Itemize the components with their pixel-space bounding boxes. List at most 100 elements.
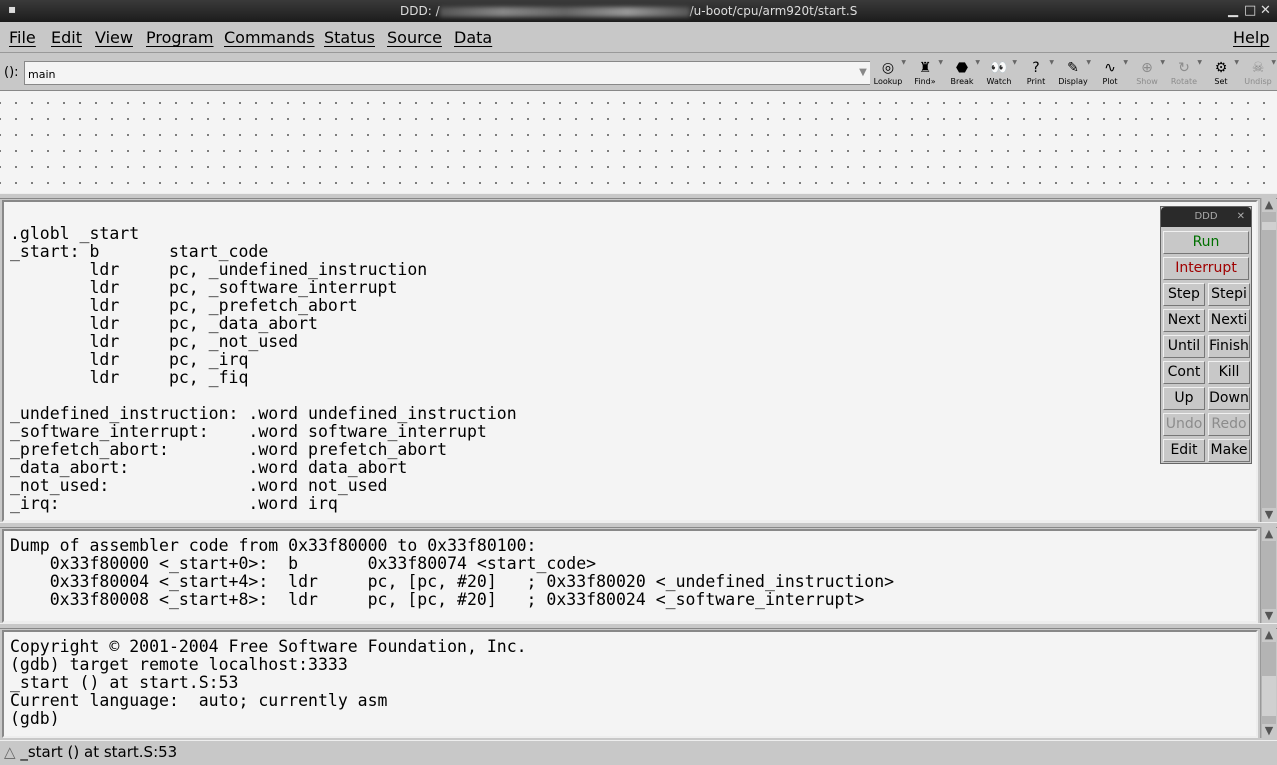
command-up-button[interactable]: Up bbox=[1163, 387, 1205, 410]
source-line: ldr pc, _not_used bbox=[10, 332, 299, 351]
toolbar-label: Rotate bbox=[1170, 77, 1198, 86]
dropdown-arrow-icon: ▼ bbox=[1234, 59, 1239, 66]
argument-toolbar: (): main ▼ ◎ ▼ Lookup ♜ ▼ Find» ⬣ ▼ Break 👀 ▼ Watch… bbox=[0, 57, 1277, 89]
command-tool-titlebar[interactable]: DDD ✕ bbox=[1161, 207, 1251, 227]
source-line: _undefined_instruction: .word undefined_… bbox=[10, 404, 517, 423]
pane-sash[interactable] bbox=[0, 522, 1277, 528]
toolbar-rotate-button[interactable]: ↻ ▼ Rotate bbox=[1166, 59, 1202, 89]
command-tool-title: DDD bbox=[1194, 211, 1218, 222]
assembler-line: 0x33f80004 <_start+4>: ldr pc, [pc, #20]… bbox=[10, 572, 895, 591]
scroll-down-icon[interactable]: ▼ bbox=[1262, 508, 1276, 522]
pane-sash[interactable] bbox=[0, 623, 1277, 629]
toolbar-plot-button[interactable]: ∿ ▼ Plot bbox=[1092, 59, 1128, 89]
command-step-button[interactable]: Step bbox=[1163, 283, 1205, 306]
menu-data[interactable]: Data bbox=[454, 28, 492, 47]
dropdown-arrow-icon: ▼ bbox=[975, 59, 980, 66]
maximize-icon[interactable]: □ bbox=[1244, 3, 1256, 18]
triangle-icon[interactable]: △ bbox=[4, 743, 16, 761]
scroll-thumb[interactable] bbox=[1262, 222, 1276, 230]
menu-edit[interactable]: Edit bbox=[51, 28, 82, 47]
menu-file[interactable]: File bbox=[9, 28, 36, 47]
menu-commands[interactable]: Commands bbox=[224, 28, 315, 47]
menu-program[interactable]: Program bbox=[146, 28, 214, 47]
toolbar-label: Lookup bbox=[873, 77, 903, 86]
toolbar-lookup-button[interactable]: ◎ ▼ Lookup bbox=[870, 59, 906, 89]
toolbar-display-button[interactable]: ✎ ▼ Display bbox=[1055, 59, 1091, 89]
toolbar-find-button[interactable]: ♜ ▼ Find» bbox=[907, 59, 943, 89]
source-line: ldr pc, _irq bbox=[10, 350, 249, 369]
command-edit-button[interactable]: Edit bbox=[1163, 439, 1205, 462]
command-nexti-button[interactable]: Nexti bbox=[1208, 309, 1250, 332]
toolbar-set-button[interactable]: ⚙ ▼ Set bbox=[1203, 59, 1239, 89]
machine-code-window[interactable]: Dump of assembler code from 0x33f80000 t… bbox=[2, 529, 1258, 623]
menu-status[interactable]: Status bbox=[324, 28, 375, 47]
close-icon[interactable]: ✕ bbox=[1260, 3, 1271, 18]
toolbar-show-button[interactable]: ⊕ ▼ Show bbox=[1129, 59, 1165, 89]
scroll-up-icon[interactable]: ▲ bbox=[1262, 198, 1276, 212]
source-line: ldr pc, _undefined_instruction bbox=[10, 260, 428, 279]
machine-code-scrollbar[interactable]: ▲ ▼ bbox=[1260, 527, 1276, 623]
assembler-line: 0x33f80000 <_start+0>: b 0x33f80074 <sta… bbox=[10, 554, 597, 573]
argument-label: (): bbox=[4, 65, 19, 80]
scroll-down-icon[interactable]: ▼ bbox=[1262, 724, 1276, 738]
command-stepi-button[interactable]: Stepi bbox=[1208, 283, 1250, 306]
command-cont-button[interactable]: Cont bbox=[1163, 361, 1205, 384]
window-menu-icon[interactable]: ▪ bbox=[8, 2, 16, 16]
source-window[interactable]: .globl _start _start: b start_code ldr pc… bbox=[2, 200, 1258, 522]
source-line: _prefetch_abort: .word prefetch_abort bbox=[10, 440, 448, 459]
command-redo-button[interactable]: Redo bbox=[1208, 413, 1250, 436]
toolbar-label: Watch bbox=[986, 77, 1012, 86]
toolbar-label: Break bbox=[950, 77, 974, 86]
pane-sash[interactable] bbox=[0, 193, 1277, 199]
toolbar-label: Plot bbox=[1102, 77, 1118, 86]
source-line bbox=[10, 387, 517, 405]
minimize-icon[interactable]: ▁ bbox=[1228, 3, 1238, 18]
argument-input[interactable]: main bbox=[24, 61, 870, 85]
data-window[interactable] bbox=[0, 90, 1277, 194]
source-line: ldr pc, _prefetch_abort bbox=[10, 296, 358, 315]
source-line: _start: b start_code bbox=[10, 242, 269, 261]
toolbar-label: Show bbox=[1136, 77, 1158, 86]
command-until-button[interactable]: Until bbox=[1163, 335, 1205, 358]
source-scrollbar[interactable]: ▲ ▼ bbox=[1260, 198, 1276, 522]
menu-bar: File Edit View Program Commands Status Source D… bbox=[0, 22, 1277, 53]
scroll-down-icon[interactable]: ▼ bbox=[1262, 609, 1276, 623]
command-down-button[interactable]: Down bbox=[1208, 387, 1250, 410]
console-line: _start () at start.S:53 bbox=[10, 673, 239, 692]
toolbar-watch-button[interactable]: 👀 ▼ Watch bbox=[981, 59, 1017, 89]
dropdown-arrow-icon: ▼ bbox=[901, 59, 906, 66]
window-title: DDD: //u-boot/cpu/arm920t/start.S bbox=[400, 4, 858, 18]
chevron-down-icon[interactable]: ▼ bbox=[856, 62, 870, 84]
dropdown-arrow-icon: ▼ bbox=[1197, 59, 1202, 66]
scroll-up-icon[interactable]: ▲ bbox=[1262, 628, 1276, 642]
debugger-console[interactable]: Copyright © 2001-2004 Free Software Foun… bbox=[2, 630, 1258, 738]
menu-help[interactable]: Help bbox=[1233, 28, 1269, 47]
toolbar-print-button[interactable]: ? ▼ Print bbox=[1018, 59, 1054, 89]
command-finish-button[interactable]: Finish bbox=[1208, 335, 1250, 358]
dropdown-arrow-icon: ▼ bbox=[1123, 59, 1128, 66]
dropdown-arrow-icon: ▼ bbox=[938, 59, 943, 66]
command-interrupt-button[interactable]: Interrupt bbox=[1163, 257, 1249, 280]
source-line: ldr pc, _software_interrupt bbox=[10, 278, 398, 297]
dropdown-arrow-icon: ▼ bbox=[1012, 59, 1017, 66]
menu-view[interactable]: View bbox=[95, 28, 133, 47]
toolbar-undisp-button[interactable]: ☠ ▼ Undisp bbox=[1240, 59, 1276, 89]
command-undo-button[interactable]: Undo bbox=[1163, 413, 1205, 436]
scroll-thumb[interactable] bbox=[1262, 676, 1276, 716]
toolbar-label: Undisp bbox=[1244, 77, 1272, 86]
menu-source[interactable]: Source bbox=[387, 28, 442, 47]
console-scrollbar[interactable]: ▲ ▼ bbox=[1260, 628, 1276, 738]
command-next-button[interactable]: Next bbox=[1163, 309, 1205, 332]
source-line: _data_abort: .word data_abort bbox=[10, 458, 408, 477]
toolbar-break-button[interactable]: ⬣ ▼ Break bbox=[944, 59, 980, 89]
scroll-up-icon[interactable]: ▲ bbox=[1262, 527, 1276, 541]
close-icon[interactable]: ✕ bbox=[1237, 207, 1245, 227]
command-kill-button[interactable]: Kill bbox=[1208, 361, 1250, 384]
title-bar: ▪ DDD: //u-boot/cpu/arm920t/start.S ▁ □ … bbox=[0, 0, 1277, 22]
toolbar-label: Print bbox=[1026, 77, 1046, 86]
command-run-button[interactable]: Run bbox=[1163, 231, 1249, 254]
command-make-button[interactable]: Make bbox=[1208, 439, 1250, 462]
status-text: _start () at start.S:53 bbox=[20, 743, 178, 761]
source-line: _irq: .word irq bbox=[10, 494, 338, 513]
assembler-line: Dump of assembler code from 0x33f80000 t… bbox=[10, 536, 537, 555]
